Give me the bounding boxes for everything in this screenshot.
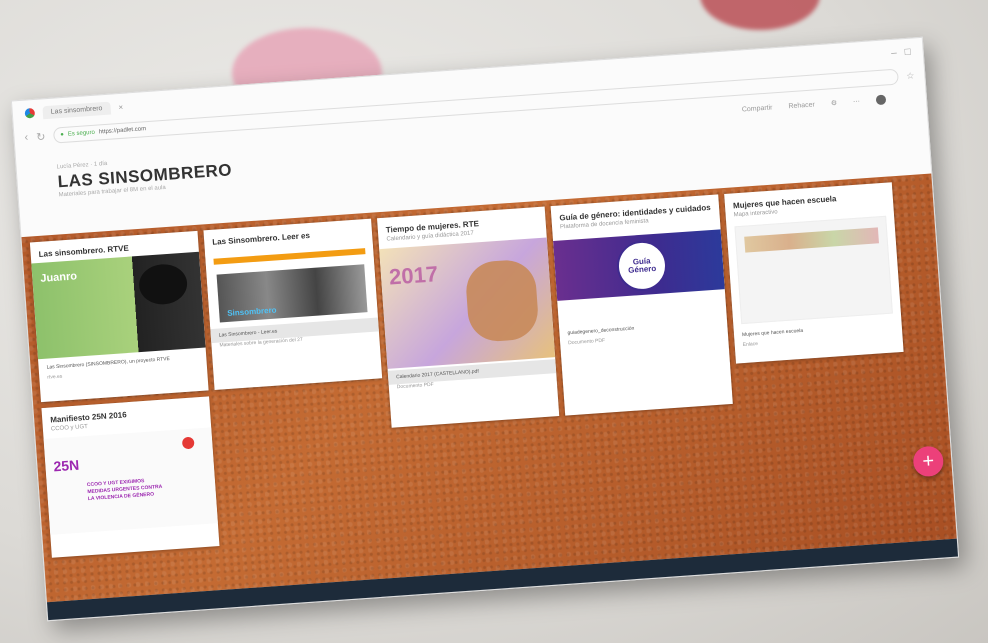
browser-window: Las sinsombrero × – □ ‹ ↻ ● Es seguro ht… [10,36,960,622]
browser-tab[interactable]: Las sinsombrero [42,101,111,119]
share-button[interactable]: Compartir [742,104,773,113]
thumb-bar [213,248,366,265]
more-icon[interactable]: ⋯ [853,97,860,105]
thumb-illustration [464,258,540,344]
thumb-text: CCOO Y UGT EXIGIMOS MEDIDAS URGENTES CON… [86,478,163,503]
post-thumbnail: Guía Género [553,229,725,301]
post-card[interactable]: Las Sinsombrero. Leer es Sinsombrero Las… [203,218,383,391]
thumb-year: 2017 [388,261,439,290]
thumb-photo-text: Sinsombrero [226,305,277,318]
window-controls: – □ [891,46,911,58]
secure-label: Es seguro [67,129,96,138]
post-card[interactable]: Tiempo de mujeres. RTE Calendario y guía… [377,206,560,428]
lock-icon: ● [60,131,65,139]
close-icon[interactable]: × [118,102,123,111]
post-thumbnail: Sinsombrero [204,239,378,328]
post-card[interactable]: Guía de género: identidades y cuidados P… [550,194,733,416]
avatar[interactable] [875,94,887,106]
gear-icon[interactable]: ⚙ [831,99,838,107]
thumb-dot [181,436,195,450]
padlet-favicon-icon [24,107,36,119]
post-card[interactable]: Manifiesto 25N 2016 CCOO y UGT 25N CCOO … [41,396,220,558]
background-blob-red [700,0,820,30]
remake-button[interactable]: Rehacer [788,101,815,110]
post-card[interactable]: Mujeres que hacen escuela Mapa interacti… [724,182,904,364]
thumb-strip [744,227,879,253]
post-thumbnail: 2017 [379,237,556,369]
post-card[interactable]: Las sinsombrero. RTVE Juanro Las Sinsomb… [29,230,209,403]
post-thumbnail [734,215,893,325]
minimize-icon[interactable]: – [891,47,897,58]
post-thumbnail: Juanro [31,251,206,360]
thumb-badge: Guía Género [615,239,669,293]
padlet-board: Las sinsombrero. RTVE Juanro Las Sinsomb… [21,173,957,603]
url-text: https://padlet.com [98,126,147,136]
back-icon[interactable]: ‹ [24,131,29,143]
thumb-25n: 25N [52,456,80,475]
add-post-button[interactable]: + [912,445,945,478]
thumb-logo: Juanro [40,270,78,285]
maximize-icon[interactable]: □ [904,46,911,57]
thumb-photo: Sinsombrero [216,264,368,323]
post-thumbnail: 25N CCOO Y UGT EXIGIMOS MEDIDAS URGENTES… [43,427,218,535]
reload-icon[interactable]: ↻ [36,130,46,144]
thumb-shape [137,262,189,306]
star-icon[interactable]: ☆ [906,70,915,82]
